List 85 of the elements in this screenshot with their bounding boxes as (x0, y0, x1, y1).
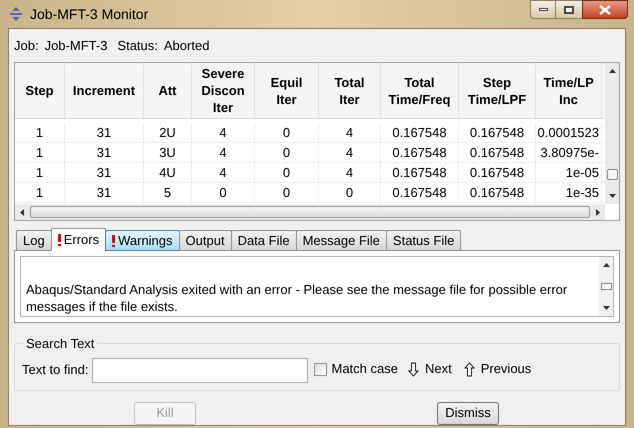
up-arrow-icon (464, 362, 475, 376)
table-cell: 4 (192, 163, 255, 182)
column-header[interactable]: Time/LP Inc (536, 63, 602, 118)
scroll-right-icon[interactable] (596, 208, 600, 216)
table-cell: 4 (192, 143, 255, 162)
tab[interactable]: Status File (386, 230, 462, 251)
scroll-thumb[interactable] (30, 206, 590, 218)
column-header[interactable]: Att (144, 63, 192, 118)
minimize-button[interactable] (530, 0, 556, 19)
tab[interactable]: Data File (230, 230, 297, 251)
table-cell: 0 (255, 163, 319, 182)
search-field[interactable] (92, 358, 308, 382)
column-header[interactable]: Equil Iter (255, 63, 319, 118)
dismiss-button[interactable]: Dismiss (437, 402, 499, 424)
close-button[interactable] (582, 0, 628, 19)
table-cell: 0.167548 (381, 163, 459, 182)
job-label: Job: (14, 37, 39, 56)
scroll-left-icon[interactable] (20, 208, 24, 216)
table-cell: 1 (15, 163, 65, 182)
match-case-checkbox[interactable]: Match case (314, 359, 398, 379)
table-cell: 0.167548 (381, 143, 459, 162)
tab[interactable]: Output (178, 230, 232, 251)
table-cell: 4 (192, 123, 255, 142)
table-cell: 1e-35 (536, 183, 602, 202)
table-cell: 4 (319, 143, 381, 162)
table-cell: 31 (65, 183, 144, 202)
scroll-down-icon[interactable] (608, 194, 616, 198)
table-cell: 0 (319, 183, 381, 202)
app-icon (8, 6, 24, 22)
table-cell: 0.167548 (459, 123, 536, 142)
column-header[interactable]: Total Time/Freq (381, 63, 459, 118)
vertical-scrollbar[interactable] (605, 63, 619, 204)
field-label: Text to find: (22, 361, 88, 380)
scroll-thumb[interactable] (600, 283, 612, 290)
table-cell: 4 (319, 123, 381, 142)
table-cell: 0.167548 (459, 163, 536, 182)
table-cell: 0.167548 (459, 183, 536, 202)
table-cell: 3U (144, 143, 192, 162)
scroll-thumb[interactable] (606, 169, 618, 180)
exclamation-icon (112, 234, 116, 246)
previous-button[interactable]: Previous (464, 359, 532, 379)
table-cell: 0.0001523 (536, 123, 602, 142)
down-arrow-icon (408, 362, 419, 376)
table-cell: 31 (65, 163, 144, 182)
exclamation-icon (58, 234, 61, 246)
table-cell: 2U (144, 123, 192, 142)
column-header[interactable]: Step Time/LPF (459, 63, 536, 118)
table-cell: 1 (15, 183, 65, 202)
tab[interactable]: Message File (296, 230, 387, 251)
maximize-button[interactable] (556, 0, 582, 19)
table-cell: 1 (15, 143, 65, 162)
table-cell: 1 (15, 123, 65, 142)
column-header[interactable]: Severe Discon Iter (192, 63, 255, 118)
table-cell: 31 (65, 123, 144, 142)
table-cell: 1e-05 (536, 163, 602, 182)
status-value: Aborted (164, 37, 210, 56)
tab[interactable]: Log (16, 230, 52, 251)
table-cell: 31 (65, 143, 144, 162)
column-header[interactable]: Total Iter (319, 63, 381, 118)
status-label: Status: (117, 37, 158, 56)
table-cell: 0 (255, 183, 319, 202)
table-cell: 5 (144, 183, 192, 202)
column-header[interactable]: Step (15, 63, 65, 118)
table-cell: 0.167548 (381, 183, 459, 202)
scroll-down-icon[interactable] (602, 306, 610, 310)
next-button[interactable]: Next (408, 359, 452, 379)
vertical-scrollbar[interactable] (599, 257, 613, 316)
table-cell: 0 (192, 183, 255, 202)
scroll-up-icon[interactable] (608, 69, 616, 73)
error-message: Abaqus/Standard Analysis exited with an error - Please see the message file for possible error messages if the file exists. (25, 281, 568, 316)
column-header[interactable]: Increment (65, 63, 144, 118)
job-value: Job-MFT-3 (44, 37, 108, 56)
table-cell: 3.80975e- (536, 143, 602, 162)
table-cell: 4U (144, 163, 192, 182)
close-icon (599, 4, 611, 14)
tab[interactable]: Errors (50, 228, 106, 251)
tab[interactable]: Warnings (105, 230, 180, 251)
table-cell: 0.167548 (459, 143, 536, 162)
table-cell: 0.167548 (381, 123, 459, 142)
scroll-up-icon[interactable] (602, 263, 610, 267)
table-cell: 0 (255, 143, 319, 162)
horizontal-scrollbar[interactable] (15, 204, 605, 220)
table-cell: 0 (255, 123, 319, 142)
table-cell: 4 (319, 163, 381, 182)
window-title: Job-MFT-3 Monitor (30, 4, 148, 24)
